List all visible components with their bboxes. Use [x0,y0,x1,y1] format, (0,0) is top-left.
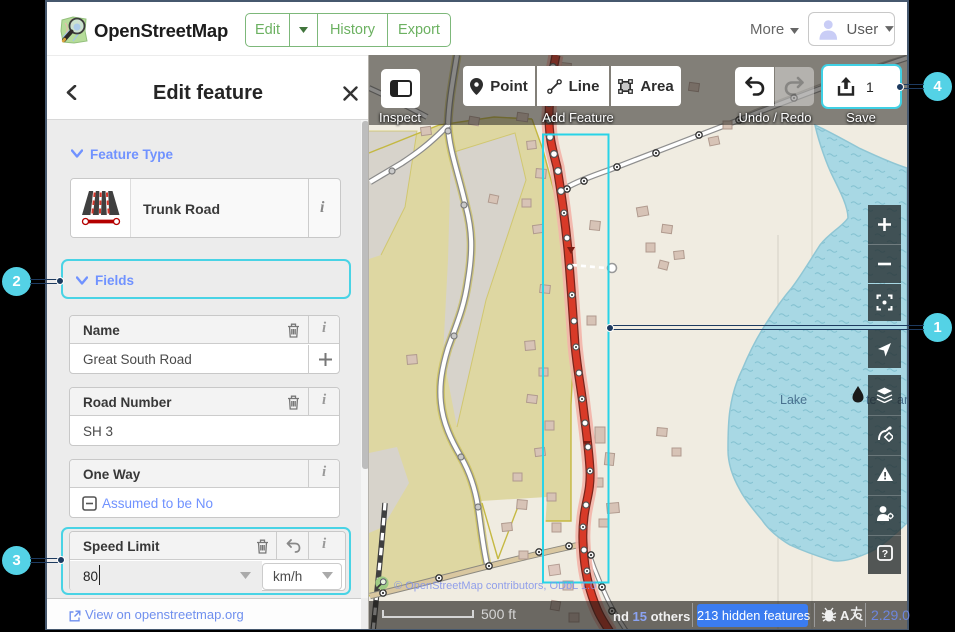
svg-text:?: ? [881,548,887,560]
svg-text:Lake: Lake [780,393,807,407]
